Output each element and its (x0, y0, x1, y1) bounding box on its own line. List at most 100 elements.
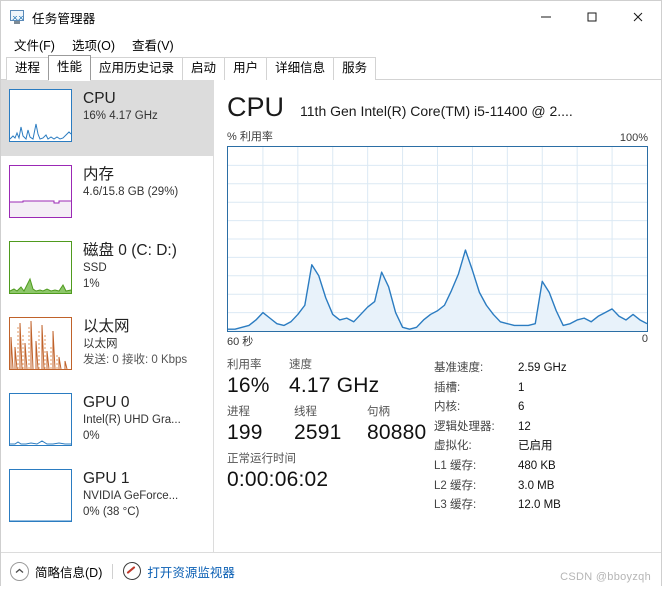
gpu1-thumbnail-graph (9, 469, 72, 522)
spec-l2-cache-value: 3.0 MB (518, 479, 555, 492)
ethernet-thumbnail-graph (9, 317, 72, 370)
spec-cores-key: 内核: (434, 401, 461, 414)
spec-l1-cache: L1 缓存: 480 KB (434, 457, 657, 477)
graph-y-label: % 利用率 (227, 131, 273, 143)
stat-uptime-label: 正常运行时间 (227, 453, 296, 465)
spec-l3-cache-key: L3 缓存: (434, 499, 477, 512)
graph-time-start: 60 秒 (227, 336, 254, 348)
tab-startup[interactable]: 启动 (182, 57, 226, 80)
sidebar-gpu0-title: GPU 0 (83, 394, 130, 411)
sidebar-ethernet-sub: 以太网 (83, 338, 118, 351)
content-area: CPU 16% 4.17 GHz 内存 4.6/15.8 GB (29%) 磁盘… (1, 80, 661, 552)
tab-users[interactable]: 用户 (224, 57, 268, 80)
sidebar-item-memory[interactable]: 内存 4.6/15.8 GB (29%) (1, 156, 213, 232)
open-resource-monitor-label: 打开资源监视器 (147, 565, 235, 580)
spec-l1-cache-value: 480 KB (518, 459, 556, 472)
tab-services[interactable]: 服务 (333, 57, 377, 80)
spec-virtualization-value: 已启用 (518, 440, 553, 453)
stat-row-utilization: 利用率 16% 速度 4.17 GHz (227, 358, 434, 398)
memory-thumbnail-graph (9, 165, 72, 218)
fewer-details-button[interactable]: 简略信息(D) (10, 561, 103, 581)
menu-file[interactable]: 文件(F) (7, 33, 62, 56)
spec-cores-value: 6 (518, 401, 525, 414)
spec-logical-processors-key: 逻辑处理器: (434, 420, 495, 433)
sidebar-ethernet-title: 以太网 (83, 318, 130, 335)
spec-logical-processors-value: 12 (518, 420, 531, 433)
minimize-button[interactable] (523, 1, 569, 33)
panel-header: CPU 11th Gen Intel(R) Core(TM) i5-11400 … (227, 80, 661, 122)
disk-thumbnail-graph (9, 241, 72, 294)
tab-performance[interactable]: 性能 (48, 55, 92, 81)
resource-monitor-icon (123, 562, 142, 580)
sidebar-gpu0-sub: Intel(R) UHD Gra... (83, 414, 181, 427)
sidebar-item-cpu[interactable]: CPU 16% 4.17 GHz (1, 80, 213, 156)
stat-uptime: 正常运行时间 0:00:06:02 (227, 452, 328, 492)
menu-bar: 文件(F) 选项(O) 查看(V) (1, 33, 661, 55)
menu-options[interactable]: 选项(O) (65, 33, 122, 56)
sidebar-item-gpu0[interactable]: GPU 0 Intel(R) UHD Gra... 0% (1, 384, 213, 460)
sidebar-memory-sub: 4.6/15.8 GB (29%) (83, 186, 179, 199)
stat-speed: 速度 4.17 GHz (289, 358, 424, 398)
spec-logical-processors: 逻辑处理器: 12 (434, 418, 657, 438)
sidebar-ethernet-text: 以太网 以太网 发送: 0 接收: 0 Kbps (83, 317, 187, 367)
window-title: 任务管理器 (32, 11, 96, 26)
menu-view[interactable]: 查看(V) (125, 33, 181, 56)
stat-row-uptime: 正常运行时间 0:00:06:02 (227, 452, 434, 492)
sidebar-disk-text: 磁盘 0 (C: D:) SSD 1% (83, 241, 177, 291)
sidebar-ethernet-sub2: 发送: 0 接收: 0 Kbps (83, 353, 188, 366)
task-manager-icon (9, 9, 25, 25)
spec-l1-cache-key: L1 缓存: (434, 459, 477, 472)
stat-processes-value: 199 (227, 421, 263, 444)
stat-speed-value: 4.17 GHz (289, 374, 380, 397)
footer-bar: 简略信息(D) 打开资源监视器 CSDN @bboyzqh (1, 552, 661, 589)
cpu-thumbnail-graph (9, 89, 72, 142)
graph-time-end: 0 (641, 333, 648, 345)
stat-processes: 进程 199 (227, 405, 294, 445)
title-bar: 任务管理器 (1, 1, 661, 33)
stat-processes-label: 进程 (227, 406, 250, 418)
resource-sidebar: CPU 16% 4.17 GHz 内存 4.6/15.8 GB (29%) 磁盘… (1, 80, 214, 552)
sidebar-disk-sub2: 1% (83, 277, 100, 290)
sidebar-gpu0-sub2: 0% (83, 429, 100, 442)
gpu0-thumbnail-graph (9, 393, 72, 446)
spec-virtualization-key: 虚拟化: (434, 440, 472, 453)
tab-app-history[interactable]: 应用历史记录 (90, 57, 184, 80)
stat-utilization-label: 利用率 (227, 359, 262, 371)
footer-divider (112, 563, 114, 579)
sidebar-item-ethernet[interactable]: 以太网 以太网 发送: 0 接收: 0 Kbps (1, 308, 213, 384)
tab-details[interactable]: 详细信息 (266, 57, 335, 80)
sidebar-disk-sub: SSD (83, 262, 107, 275)
spec-base-speed-value: 2.59 GHz (518, 362, 567, 374)
spec-l3-cache: L3 缓存: 12.0 MB (434, 496, 657, 516)
graph-axis-labels: % 利用率 100% (227, 128, 648, 144)
stat-speed-label: 速度 (289, 359, 312, 371)
stat-threads-label: 线程 (294, 406, 317, 418)
sidebar-item-disk[interactable]: 磁盘 0 (C: D:) SSD 1% (1, 232, 213, 308)
window-controls (523, 1, 661, 33)
sidebar-item-gpu1[interactable]: GPU 1 NVIDIA GeForce... 0% (38 °C) (1, 460, 213, 536)
sidebar-cpu-sub: 16% 4.17 GHz (83, 110, 158, 123)
cpu-utilization-graph (227, 146, 648, 332)
task-manager-window: 任务管理器 文件(F) 选项(O) 查看(V) 进程 性能 应用历史记录 启动 … (0, 0, 662, 589)
stat-uptime-value: 0:00:06:02 (227, 468, 329, 491)
sidebar-memory-title: 内存 (83, 166, 115, 183)
graph-y-max: 100% (619, 132, 648, 144)
spec-l2-cache-key: L2 缓存: (434, 479, 477, 492)
tab-processes[interactable]: 进程 (6, 57, 50, 80)
spec-cores: 内核: 6 (434, 398, 657, 418)
stats-left-column: 利用率 16% 速度 4.17 GHz 进程 199 线程 2591 句柄 80… (227, 358, 434, 516)
chevron-up-icon (10, 561, 29, 581)
spec-sockets-value: 1 (518, 381, 525, 394)
cpu-statistics: 利用率 16% 速度 4.17 GHz 进程 199 线程 2591 句柄 80… (227, 358, 657, 516)
spec-l3-cache-value: 12.0 MB (518, 499, 561, 512)
stat-threads-value: 2591 (294, 421, 342, 444)
open-resource-monitor-button[interactable]: 打开资源监视器 (123, 562, 235, 581)
fewer-details-label: 简略信息(D) (35, 565, 103, 580)
page-title: CPU (227, 92, 285, 122)
maximize-button[interactable] (569, 1, 615, 33)
close-button[interactable] (615, 1, 661, 33)
spec-sockets: 插槽: 1 (434, 379, 657, 399)
spec-base-speed-key: 基准速度: (434, 362, 484, 374)
graph-time-labels: 60 秒 0 (227, 333, 648, 349)
tab-bar: 进程 性能 应用历史记录 启动 用户 详细信息 服务 (1, 55, 661, 81)
